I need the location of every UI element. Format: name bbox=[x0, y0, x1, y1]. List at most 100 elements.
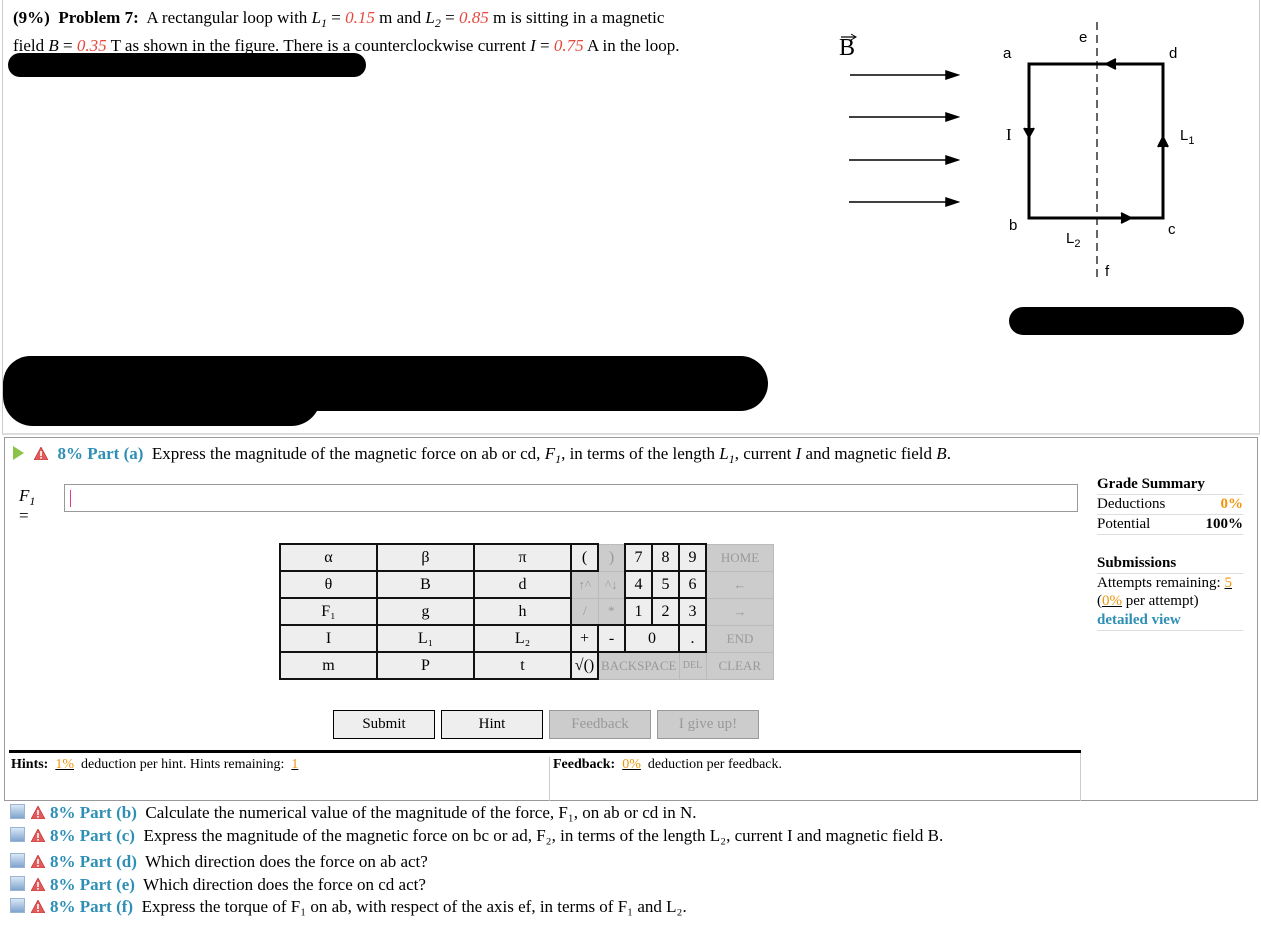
key-4[interactable]: 4 bbox=[624, 570, 653, 599]
warning-icon bbox=[31, 806, 45, 819]
key-P[interactable]: P bbox=[376, 651, 475, 680]
key-t[interactable]: t bbox=[473, 651, 572, 680]
current-label: I bbox=[1006, 125, 1012, 144]
key-m[interactable]: m bbox=[279, 651, 378, 680]
key-right: → bbox=[705, 597, 774, 626]
key-dot[interactable]: . bbox=[678, 624, 707, 653]
key-sub: ^↓ bbox=[597, 570, 626, 599]
hint-deduction: 1% bbox=[55, 757, 75, 772]
give-up-button: I give up! bbox=[657, 710, 759, 739]
part-a-label: Part (a) bbox=[87, 444, 144, 463]
var-I: I bbox=[530, 36, 536, 55]
answer-input[interactable] bbox=[64, 484, 1078, 512]
grade-summary: Grade Summary Deductions 0% Potential 100%… bbox=[1097, 476, 1243, 631]
detailed-view-link[interactable]: detailed view bbox=[1097, 610, 1243, 631]
key-plus[interactable]: + bbox=[570, 624, 599, 653]
deductions-row: Deductions 0% bbox=[1097, 495, 1243, 515]
collapsed-icon[interactable] bbox=[10, 804, 25, 819]
text-caret bbox=[70, 490, 71, 507]
key-d[interactable]: d bbox=[473, 570, 572, 599]
arrow-right-icon bbox=[945, 69, 961, 81]
part-item[interactable]: 8% Part (d) Which direction does the for… bbox=[10, 851, 943, 874]
loop-figure: B a e d I L1 b c L2 f bbox=[839, 22, 1194, 282]
submissions-title: Submissions bbox=[1097, 555, 1243, 574]
key-divide: / bbox=[570, 597, 599, 626]
key-5[interactable]: 5 bbox=[651, 570, 680, 599]
expand-arrow-icon[interactable] bbox=[13, 446, 24, 460]
key-I[interactable]: I bbox=[279, 624, 378, 653]
warning-icon bbox=[31, 828, 45, 842]
part-a-header[interactable]: 8% Part (a) Express the magnitude of the… bbox=[13, 444, 951, 465]
redaction-mark bbox=[1009, 307, 1244, 335]
key-L1[interactable]: L₁ bbox=[376, 624, 475, 653]
part-a-weight: 8% bbox=[57, 444, 84, 463]
warning-icon bbox=[34, 447, 49, 460]
submit-button[interactable]: Submit bbox=[333, 710, 435, 739]
hint-button[interactable]: Hint bbox=[441, 710, 543, 739]
arrow-right-icon bbox=[945, 154, 961, 166]
key-backspace: BACKSPACE bbox=[597, 651, 680, 680]
key-sqrt[interactable]: √() bbox=[570, 651, 599, 680]
key-pi[interactable]: π bbox=[473, 543, 572, 572]
length-L1-label: L1 bbox=[1180, 127, 1194, 147]
point-e: e bbox=[1079, 29, 1087, 46]
key-6[interactable]: 6 bbox=[678, 570, 707, 599]
part-item[interactable]: 8% Part (c) Express the magnitude of the… bbox=[10, 825, 943, 848]
part-item[interactable]: 8% Part (f) Express the torque of F₁ on … bbox=[10, 896, 943, 919]
attempts-value: 5 bbox=[1224, 575, 1232, 591]
collapsed-icon[interactable] bbox=[10, 898, 25, 913]
problem-statement: (9%) Problem 7: A rectangular loop with … bbox=[13, 8, 680, 55]
problem-weight: (9%) bbox=[13, 8, 50, 27]
part-item[interactable]: 8% Part (e) Which direction does the for… bbox=[10, 874, 943, 897]
key-g[interactable]: g bbox=[376, 597, 475, 626]
problem-container: (9%) Problem 7: A rectangular loop with … bbox=[2, 0, 1260, 435]
potential-row: Potential 100% bbox=[1097, 515, 1243, 535]
hints-info: Hints: 1% deduction per hint. Hints rema… bbox=[11, 757, 299, 772]
collapsed-icon[interactable] bbox=[10, 853, 25, 868]
symbol-keypad: α β π ( ) 7 8 9 HOME θ B d ↑^ ^↓ 4 5 6 ←… bbox=[279, 543, 774, 680]
arrow-left-icon bbox=[1103, 58, 1117, 70]
var-L2: L2 bbox=[425, 8, 441, 30]
key-1[interactable]: 1 bbox=[624, 597, 653, 626]
warning-icon bbox=[31, 855, 45, 868]
key-B[interactable]: B bbox=[376, 570, 475, 599]
attempts-remaining: Attempts remaining: 5 bbox=[1097, 575, 1232, 591]
key-9[interactable]: 9 bbox=[678, 543, 707, 572]
key-3[interactable]: 3 bbox=[678, 597, 707, 626]
key-2[interactable]: 2 bbox=[651, 597, 680, 626]
arrow-right-icon bbox=[1120, 212, 1134, 224]
feedback-button: Feedback bbox=[549, 710, 651, 739]
key-h[interactable]: h bbox=[473, 597, 572, 626]
key-F1[interactable]: F₁ bbox=[279, 597, 378, 626]
redaction-mark bbox=[3, 356, 768, 411]
length-L2-label: L2 bbox=[1066, 230, 1080, 250]
key-minus[interactable]: - bbox=[597, 624, 626, 653]
arrow-down-icon bbox=[1023, 127, 1035, 140]
key-L2[interactable]: L₂ bbox=[473, 624, 572, 653]
current-loop bbox=[1027, 62, 1165, 220]
corner-c: c bbox=[1168, 221, 1176, 238]
key-beta[interactable]: β bbox=[376, 543, 475, 572]
key-0[interactable]: 0 bbox=[624, 624, 680, 653]
key-theta[interactable]: θ bbox=[279, 570, 378, 599]
corner-a: a bbox=[1003, 45, 1012, 62]
grade-summary-title: Grade Summary bbox=[1097, 476, 1243, 495]
collapsed-icon[interactable] bbox=[10, 875, 25, 891]
part-item[interactable]: 8% Part (b) Calculate the numerical valu… bbox=[10, 802, 943, 825]
value-L2: 0.85 bbox=[458, 8, 489, 27]
key-7[interactable]: 7 bbox=[624, 543, 653, 572]
deductions-value: 0% bbox=[1220, 496, 1244, 512]
feedback-info: Feedback: 0% deduction per feedback. bbox=[549, 757, 782, 801]
answer-label: F1 = bbox=[19, 486, 36, 525]
action-buttons: Submit Hint Feedback I give up! bbox=[333, 710, 759, 739]
arrow-up-icon bbox=[1157, 134, 1169, 148]
key-alpha[interactable]: α bbox=[279, 543, 378, 572]
key-8[interactable]: 8 bbox=[651, 543, 680, 572]
collapsed-icon[interactable] bbox=[10, 826, 25, 842]
key-multiply: * bbox=[597, 597, 626, 626]
part-a-panel: 8% Part (a) Express the magnitude of the… bbox=[4, 437, 1258, 801]
arrow-right-icon bbox=[945, 111, 961, 123]
key-open-paren[interactable]: ( bbox=[570, 543, 599, 572]
corner-d: d bbox=[1169, 45, 1177, 62]
problem-title: Problem 7: bbox=[58, 8, 139, 27]
